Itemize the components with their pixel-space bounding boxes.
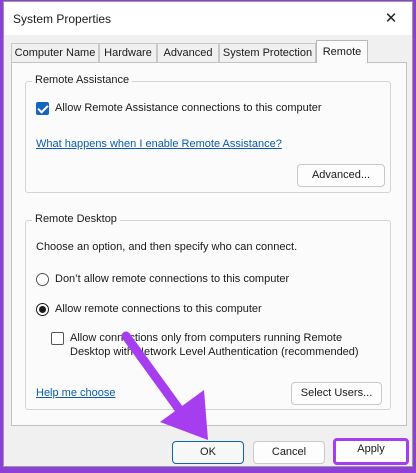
remote-assistance-group: Remote Assistance Allow Remote Assistanc… [25, 74, 391, 193]
tab-hardware[interactable]: Hardware [99, 43, 157, 62]
cancel-button[interactable]: Cancel [253, 441, 325, 464]
tab-strip: Computer Name Hardware Advanced System P… [11, 40, 407, 63]
title-bar: System Properties ✕ [4, 2, 412, 35]
remote-desktop-instructions: Choose an option, and then specify who c… [36, 241, 298, 253]
nla-label-line2: Desktop with Network Level Authenticatio… [70, 346, 359, 358]
select-users-button[interactable]: Select Users... [291, 382, 382, 405]
remote-assistance-legend: Remote Assistance [32, 74, 133, 86]
dont-allow-radio[interactable] [36, 273, 49, 286]
remote-desktop-legend: Remote Desktop [32, 213, 120, 225]
help-me-choose-link[interactable]: Help me choose [36, 387, 116, 399]
remote-desktop-group: Remote Desktop Choose an option, and the… [25, 213, 391, 410]
close-icon[interactable]: ✕ [380, 9, 402, 29]
window-title: System Properties [13, 12, 112, 26]
allow-remote-connections-radio[interactable] [36, 303, 49, 316]
allow-remote-connections-label: Allow remote connections to this compute… [55, 303, 262, 315]
tab-system-protection[interactable]: System Protection [219, 43, 316, 62]
apply-button[interactable]: Apply [333, 438, 409, 465]
nla-label-line1: Allow connections only from computers ru… [70, 332, 343, 344]
allow-remote-assistance-label: Allow Remote Assistance connections to t… [55, 102, 322, 114]
dont-allow-label: Don’t allow remote connections to this c… [55, 273, 290, 285]
advanced-button[interactable]: Advanced... [297, 164, 385, 187]
tab-remote[interactable]: Remote [316, 40, 368, 63]
system-properties-dialog: System Properties ✕ Computer Name Hardwa… [3, 1, 413, 467]
remote-tab-panel: Remote Assistance Allow Remote Assistanc… [11, 62, 407, 426]
tab-computer-name[interactable]: Computer Name [11, 43, 99, 62]
tab-advanced[interactable]: Advanced [157, 43, 219, 62]
allow-remote-assistance-checkbox[interactable] [36, 102, 49, 115]
ok-button[interactable]: OK [172, 441, 244, 464]
nla-checkbox[interactable] [51, 332, 64, 345]
remote-assistance-help-link[interactable]: What happens when I enable Remote Assist… [36, 138, 282, 150]
